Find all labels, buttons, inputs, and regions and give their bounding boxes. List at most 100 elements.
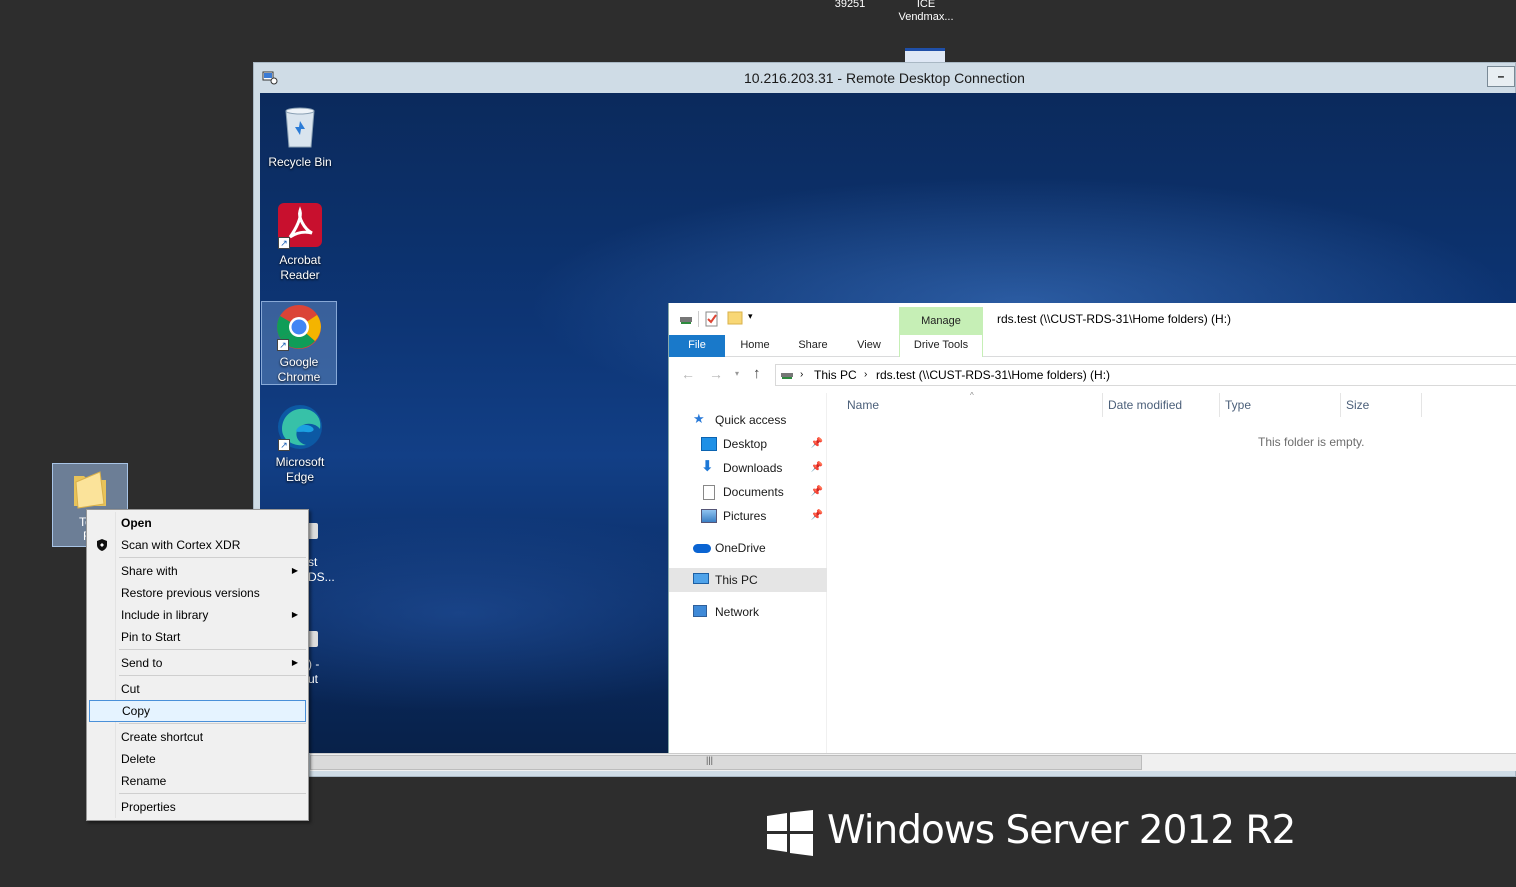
nav-this-pc[interactable]: This PC: [669, 568, 827, 592]
menu-item-rename[interactable]: Rename: [89, 770, 306, 792]
chrome-label-line1: Google: [279, 355, 319, 369]
context-menu: Open Scan with Cortex XDR Share with ▶ R…: [86, 509, 309, 821]
menu-item-properties[interactable]: Properties: [89, 796, 306, 818]
column-header-type[interactable]: Type: [1219, 393, 1341, 417]
breadcrumb-separator-icon: ›: [800, 369, 804, 380]
tab-manage-context[interactable]: Manage: [899, 307, 983, 335]
host-monitor-icon[interactable]: [905, 48, 945, 62]
menu-item-share-with[interactable]: Share with ▶: [89, 560, 306, 582]
remote-desktop: Recycle Bin ↗ Acrobat Reader ↗ Google Ch…: [260, 93, 1516, 753]
menu-item-label: Include in library: [121, 608, 209, 622]
desktop-icon-google-chrome[interactable]: ↗ Google Chrome: [261, 301, 337, 385]
rdp-horizontal-scrollbar[interactable]: |||: [310, 753, 1516, 771]
pin-icon[interactable]: 📌: [811, 432, 823, 456]
partial-icon-label-b[interactable]: ) - ut: [308, 657, 319, 687]
address-bar[interactable]: › This PC › rds.test (\\CUST-RDS-31\Home…: [775, 364, 1516, 386]
address-row: ← → ▾ ↑ › This PC › rds.test (\\CUST-RDS…: [669, 363, 1516, 387]
menu-item-label: Share with: [121, 564, 178, 578]
edge-icon: ↗: [276, 403, 324, 451]
submenu-arrow-icon: ▶: [291, 566, 298, 575]
menu-item-copy[interactable]: Copy: [89, 700, 306, 722]
submenu-arrow-icon: ▶: [291, 610, 298, 619]
nav-downloads[interactable]: ⬇ Downloads 📌: [669, 456, 827, 480]
shortcut-arrow-icon: ↗: [278, 439, 290, 451]
explorer-window-title: rds.test (\\CUST-RDS-31\Home folders) (H…: [997, 312, 1232, 326]
nav-onedrive[interactable]: OneDrive: [669, 536, 827, 560]
file-list: ^ Name Date modified Type Size This fold…: [829, 391, 1516, 753]
column-header-name[interactable]: Name: [841, 393, 1103, 417]
partial-icon-label-a[interactable]: st DS...: [308, 555, 335, 585]
chevron-down-icon[interactable]: ▾: [748, 311, 753, 322]
nav-documents[interactable]: Documents 📌: [669, 480, 827, 504]
desktop-icon-recycle-bin[interactable]: Recycle Bin: [262, 103, 338, 175]
up-arrow-icon[interactable]: ↑: [753, 365, 761, 382]
download-arrow-icon: ⬇: [701, 458, 714, 475]
menu-item-send-to[interactable]: Send to ▶: [89, 652, 306, 674]
pin-icon[interactable]: 📌: [811, 480, 823, 504]
shield-icon: [97, 539, 107, 551]
menu-separator: [119, 675, 306, 676]
column-header-date-modified[interactable]: Date modified: [1102, 393, 1220, 417]
windows-logo-icon: [767, 810, 813, 856]
menu-item-label: Scan with Cortex XDR: [121, 538, 241, 552]
properties-icon[interactable]: [705, 311, 719, 327]
nav-label: Downloads: [723, 461, 783, 475]
menu-item-restore-previous-versions[interactable]: Restore previous versions: [89, 582, 306, 604]
rdp-window: 10.216.203.31 - Remote Desktop Connectio…: [253, 62, 1516, 777]
folder-icon: [74, 471, 106, 509]
shortcut-arrow-icon: ↗: [278, 237, 290, 249]
nav-network[interactable]: Network: [669, 600, 827, 624]
partial-label-line2: ut: [308, 672, 319, 686]
back-arrow-icon[interactable]: ←: [681, 366, 695, 382]
chrome-label-line2: Chrome: [277, 370, 321, 384]
menu-item-delete[interactable]: Delete: [89, 748, 306, 770]
cloud-icon: [693, 544, 711, 553]
acrobat-label-line1: Acrobat: [279, 253, 321, 267]
column-header-size[interactable]: Size: [1340, 393, 1422, 417]
rdp-minimize-button[interactable]: –: [1487, 66, 1515, 87]
host-icon-label-ice[interactable]: ICE Vendmax...: [893, 0, 959, 24]
file-explorer-window: ▾ Manage rds.test (\\CUST-RDS-31\Home fo…: [668, 303, 1516, 753]
nav-label: Documents: [723, 485, 784, 499]
tab-share[interactable]: Share: [787, 335, 839, 357]
pin-icon[interactable]: 📌: [811, 456, 823, 480]
nav-pictures[interactable]: Pictures 📌: [669, 504, 827, 528]
menu-item-pin-to-start[interactable]: Pin to Start: [89, 626, 306, 648]
pin-icon[interactable]: 📌: [811, 504, 823, 528]
computer-icon: [693, 573, 709, 584]
menu-item-create-shortcut[interactable]: Create shortcut: [89, 726, 306, 748]
menu-item-cut[interactable]: Cut: [89, 678, 306, 700]
menu-separator: [119, 649, 306, 650]
acrobat-label-line2: Reader: [280, 268, 320, 282]
nav-label: Desktop: [723, 437, 768, 451]
menu-separator: [119, 723, 306, 724]
host-icon-label-line2: Vendmax...: [898, 11, 954, 23]
menu-item-open[interactable]: Open: [89, 512, 306, 534]
drive-icon[interactable]: [679, 312, 693, 326]
breadcrumb-current[interactable]: rds.test (\\CUST-RDS-31\Home folders) (H…: [876, 365, 1110, 385]
nav-label: OneDrive: [715, 541, 766, 555]
scrollbar-thumb[interactable]: [310, 755, 1142, 770]
breadcrumb-this-pc[interactable]: This PC: [814, 365, 857, 385]
nav-label: Pictures: [723, 509, 767, 523]
desktop-icon-microsoft-edge[interactable]: ↗ Microsoft Edge: [262, 403, 338, 487]
shortcut-arrow-icon: ↗: [277, 339, 289, 351]
recycle-bin-label: Recycle Bin: [268, 155, 332, 169]
menu-item-include-in-library[interactable]: Include in library ▶: [89, 604, 306, 626]
tab-file[interactable]: File: [669, 335, 725, 357]
tab-drive-tools[interactable]: Drive Tools: [899, 335, 983, 357]
host-icon-label-39251[interactable]: 39251: [822, 0, 878, 11]
tab-view[interactable]: View: [845, 335, 893, 357]
menu-item-scan-cortex[interactable]: Scan with Cortex XDR: [89, 534, 306, 556]
nav-desktop[interactable]: Desktop 📌: [669, 432, 827, 456]
new-folder-icon[interactable]: [727, 311, 743, 325]
forward-arrow-icon[interactable]: →: [709, 366, 723, 382]
nav-quick-access[interactable]: ★ Quick access: [669, 408, 827, 432]
document-icon: [703, 485, 715, 500]
acrobat-icon: ↗: [276, 201, 324, 249]
rdp-titlebar[interactable]: 10.216.203.31 - Remote Desktop Connectio…: [254, 63, 1515, 93]
windows-server-text: Windows Server 2012 R2: [827, 808, 1296, 853]
recent-locations-chevron-icon[interactable]: ▾: [735, 369, 739, 378]
desktop-icon-acrobat-reader[interactable]: ↗ Acrobat Reader: [262, 201, 338, 285]
tab-home[interactable]: Home: [729, 335, 781, 357]
